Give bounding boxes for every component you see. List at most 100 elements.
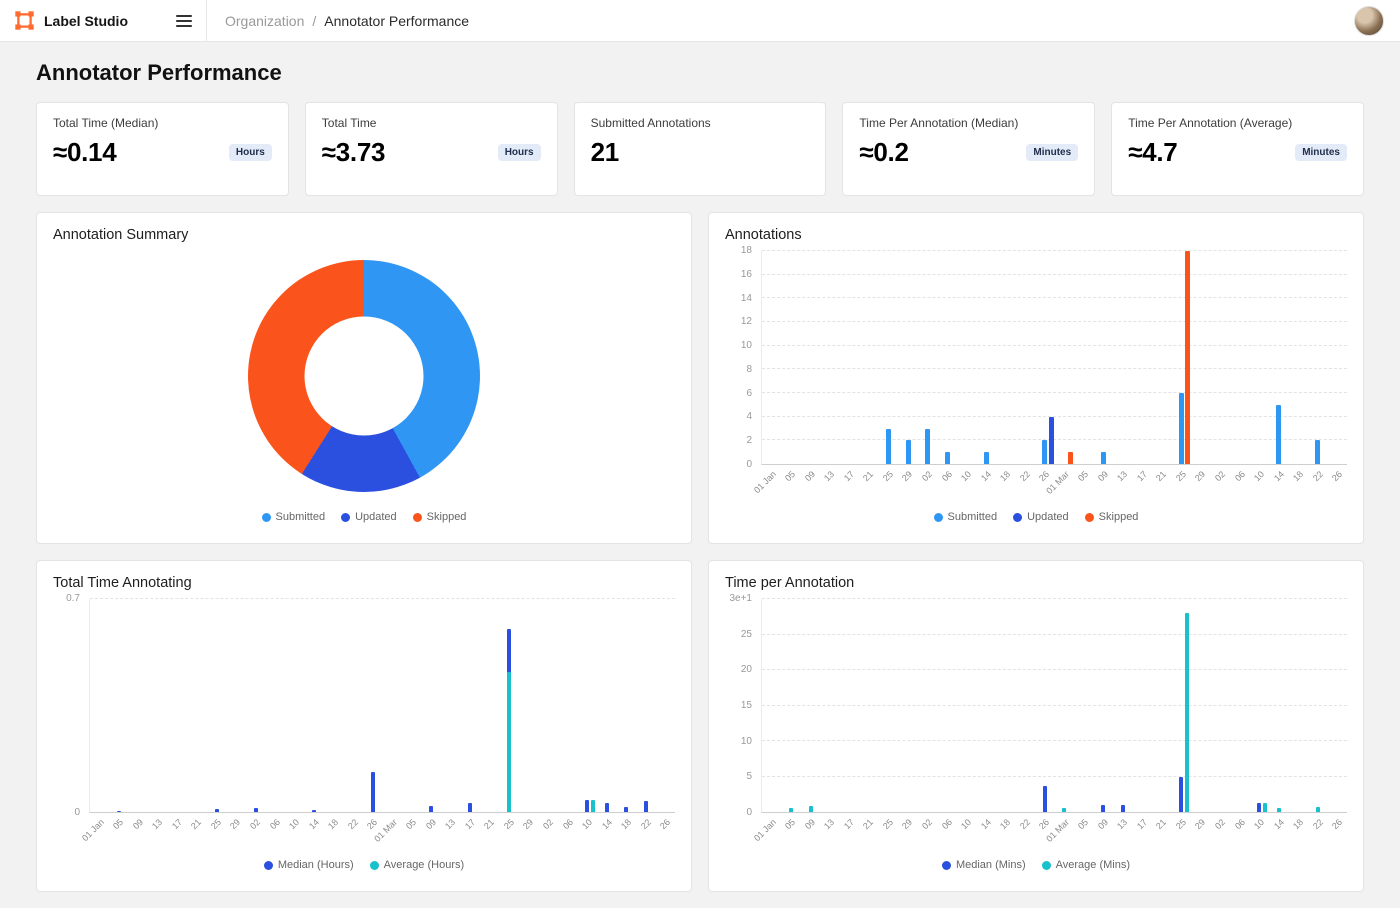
chart-bar[interactable] [591, 800, 595, 812]
chart-bar[interactable] [624, 807, 628, 812]
kpi-value: ≈3.73 [322, 137, 385, 168]
chart-bar[interactable] [1276, 405, 1281, 464]
unit-badge: Hours [229, 144, 272, 161]
kpi-label: Total Time [322, 116, 541, 130]
legend-item[interactable]: Median (Hours) [264, 859, 354, 871]
chart-bar[interactable] [644, 801, 648, 812]
y-axis-label: 4 [746, 411, 752, 422]
chart-bar[interactable] [507, 672, 511, 812]
chart-bar[interactable] [585, 800, 589, 812]
charts-row-2: Total Time Annotating 00.7 01 Jan0509131… [36, 560, 1364, 892]
kpi-total-time: Total Time ≈3.73 Hours [305, 102, 558, 196]
gridline [762, 297, 1347, 298]
plot-area [761, 251, 1347, 465]
gridline [762, 250, 1347, 251]
legend-item[interactable]: Median (Mins) [942, 859, 1026, 871]
legend-dot [370, 861, 379, 870]
breadcrumb-current-page: Annotator Performance [324, 13, 469, 29]
x-axis: 01 Jan050913172125290206101418222601 Mar… [761, 465, 1347, 505]
chart-bar[interactable] [254, 808, 258, 812]
gridline [762, 321, 1347, 322]
y-axis-label: 0 [74, 807, 80, 818]
chart-bar[interactable] [215, 809, 219, 812]
kpi-label: Time Per Annotation (Average) [1128, 116, 1347, 130]
chart-bar[interactable] [1179, 393, 1184, 464]
chart-bar[interactable] [605, 803, 609, 812]
chart-bar[interactable] [945, 452, 950, 464]
legend-dot [413, 513, 422, 522]
gridline [762, 705, 1347, 706]
chart-bar[interactable] [1042, 440, 1047, 464]
chart-bar[interactable] [429, 806, 433, 812]
gridline [762, 634, 1347, 635]
gridline [762, 392, 1347, 393]
y-axis-label: 0 [746, 807, 752, 818]
chart-legend: Submitted Updated Skipped [725, 505, 1347, 529]
header-divider [206, 0, 207, 42]
chart-title: Annotation Summary [53, 227, 675, 243]
chart-bar[interactable] [1121, 805, 1125, 812]
chart-bar[interactable] [886, 429, 891, 465]
gridline [762, 776, 1347, 777]
chart-bar[interactable] [1068, 452, 1073, 464]
chart-bar[interactable] [1257, 803, 1261, 812]
page-title: Annotator Performance [36, 60, 1364, 86]
legend-item[interactable]: Submitted [934, 511, 998, 523]
chart-bar[interactable] [1043, 786, 1047, 812]
chart-bar[interactable] [925, 429, 930, 465]
y-axis-label: 5 [746, 771, 752, 782]
chart-bar[interactable] [1101, 805, 1105, 812]
brand[interactable]: Label Studio [0, 10, 142, 31]
legend-item[interactable]: Skipped [1085, 511, 1139, 523]
legend-item[interactable]: Average (Mins) [1042, 859, 1130, 871]
legend-item[interactable]: Average (Hours) [370, 859, 465, 871]
chart-bar[interactable] [117, 811, 121, 813]
chart-bar[interactable] [1185, 251, 1190, 464]
gridline [762, 669, 1347, 670]
legend-item[interactable]: Updated [341, 511, 397, 523]
chart-bar[interactable] [789, 808, 793, 812]
gridline [762, 274, 1347, 275]
x-axis: 01 Jan050913172125290206101418222601 Mar… [89, 813, 675, 853]
chart-bar[interactable] [1179, 777, 1183, 813]
y-axis-label: 20 [741, 664, 752, 675]
chart-bar[interactable] [984, 452, 989, 464]
gridline [762, 598, 1347, 599]
kpi-row: Total Time (Median) ≈0.14 Hours Total Ti… [36, 102, 1364, 196]
menu-hamburger-icon[interactable] [176, 15, 192, 27]
app-header: Label Studio Organization / Annotator Pe… [0, 0, 1400, 42]
donut-chart[interactable] [248, 260, 480, 492]
chart-bar[interactable] [1263, 803, 1267, 812]
chart-bar[interactable] [312, 810, 316, 812]
chart-bar[interactable] [1049, 417, 1054, 464]
breadcrumb: Organization / Annotator Performance [225, 13, 469, 29]
chart-bar[interactable] [1315, 440, 1320, 464]
y-axis-label: 25 [741, 629, 752, 640]
y-axis-label: 6 [746, 388, 752, 399]
legend-item[interactable]: Submitted [262, 511, 326, 523]
chart-bar[interactable] [1185, 613, 1189, 812]
chart-bar[interactable] [468, 803, 472, 812]
y-axis-label: 8 [746, 364, 752, 375]
chart-bar[interactable] [1316, 807, 1320, 812]
annotation-summary-card: Annotation Summary Submitted Updated Skipp… [36, 212, 692, 544]
kpi-value: ≈4.7 [1128, 137, 1177, 168]
gridline [762, 439, 1347, 440]
breadcrumb-organization[interactable]: Organization [225, 13, 304, 29]
donut-legend: Submitted Updated Skipped [53, 505, 675, 529]
legend-item[interactable]: Updated [1013, 511, 1069, 523]
chart-bar[interactable] [906, 440, 911, 464]
chart-bar[interactable] [1062, 808, 1066, 812]
chart-bar[interactable] [1277, 808, 1281, 812]
chart-bar[interactable] [809, 806, 813, 812]
legend-item[interactable]: Skipped [413, 511, 467, 523]
time-per-annotation-chart[interactable]: 05101520253e+1 01 Jan0509131721252902061… [725, 599, 1347, 877]
chart-bar[interactable] [371, 772, 375, 812]
annotation-summary-chart [53, 247, 675, 505]
y-axis-label: 10 [741, 340, 752, 351]
total-time-annotating-chart[interactable]: 00.7 01 Jan05091317212529020610141822260… [53, 599, 675, 877]
annotations-chart[interactable]: 024681012141618 01 Jan050913172125290206… [725, 251, 1347, 529]
label-studio-logo-icon [14, 10, 35, 31]
user-avatar[interactable] [1354, 6, 1384, 36]
chart-bar[interactable] [1101, 452, 1106, 464]
